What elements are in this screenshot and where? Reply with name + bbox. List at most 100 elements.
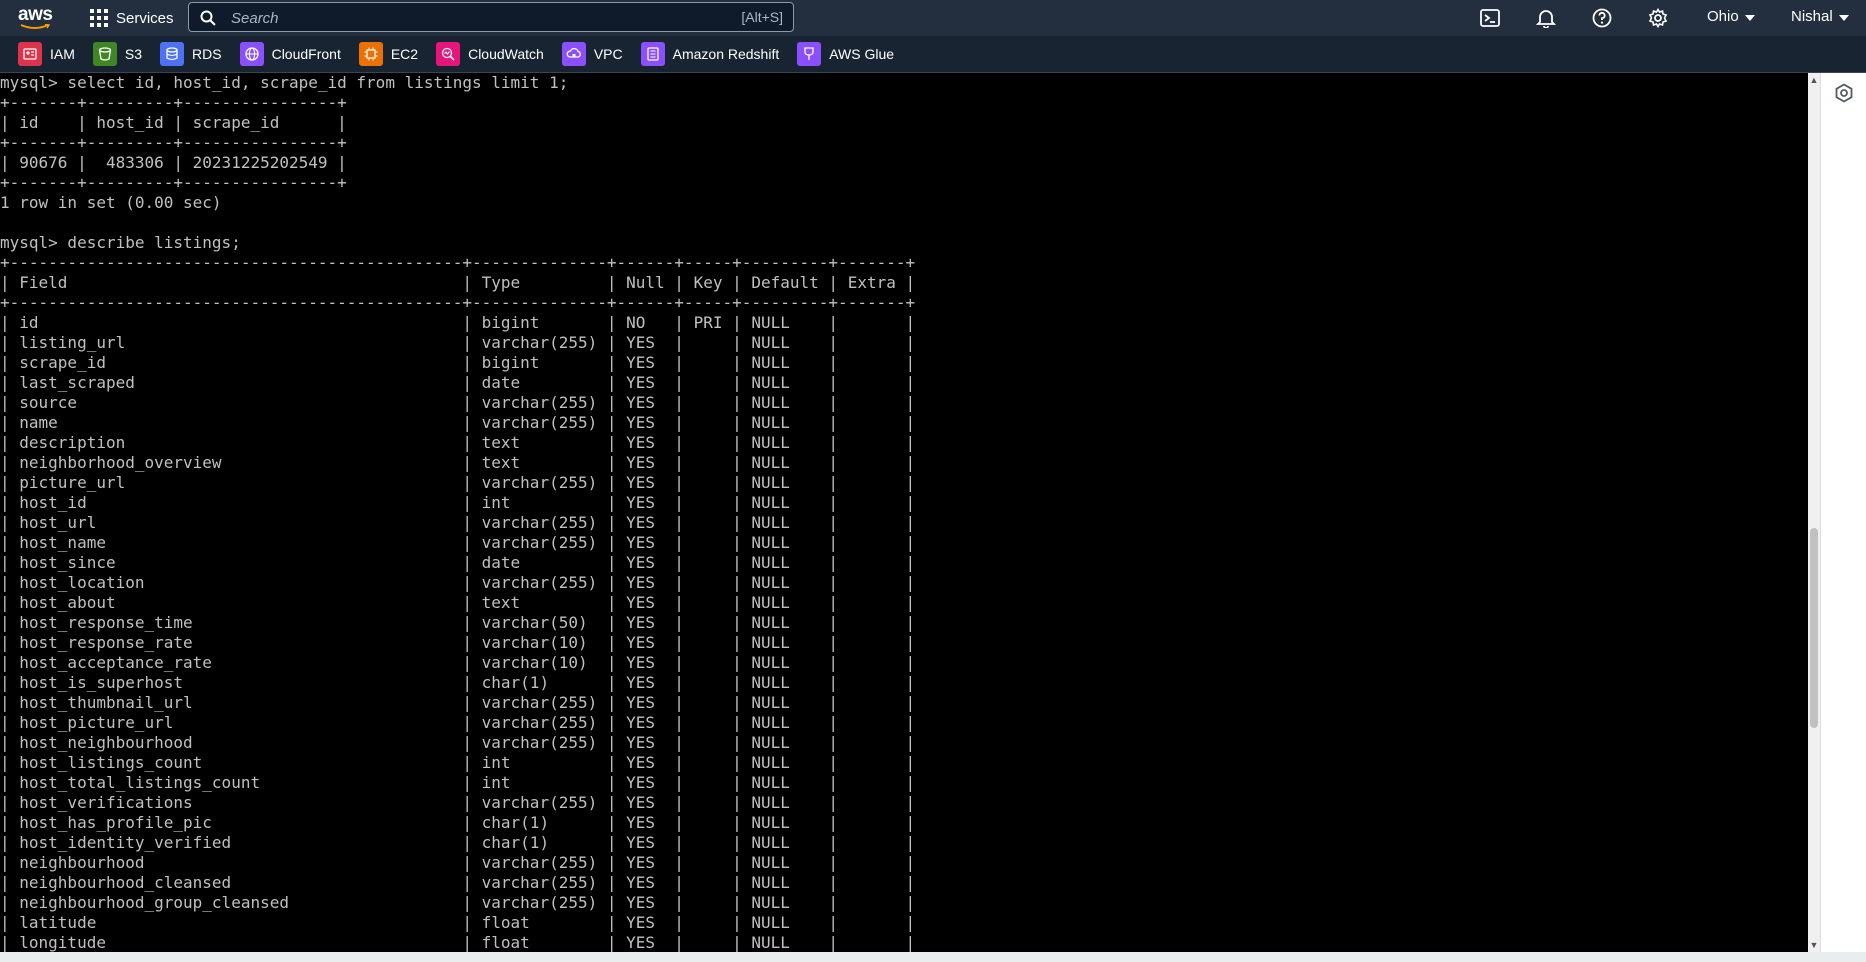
account-menu[interactable]: Nishal: [1791, 8, 1849, 25]
terminal-line: +-------+---------+----------------+: [0, 173, 347, 192]
terminal-line: | host_response_rate | varchar(10) | YES…: [0, 633, 916, 652]
terminal-line: | source | varchar(255) | YES | | NULL |…: [0, 393, 916, 412]
services-menu-button[interactable]: Services: [90, 6, 174, 30]
scroll-up-arrow-icon[interactable]: ▲: [1809, 75, 1819, 85]
terminal-line: 1 row in set (0.00 sec): [0, 193, 222, 212]
cloudwatch-icon: [436, 42, 461, 66]
terminal-line: | longitude | float | YES | | NULL | |: [0, 933, 916, 952]
favorite-label: RDS: [192, 46, 222, 62]
favorite-cloudwatch[interactable]: CloudWatch: [436, 42, 544, 66]
terminal-scrollbar[interactable]: ▲ ▼: [1808, 73, 1820, 952]
terminal-output: mysql> select id, host_id, scrape_id fro…: [0, 73, 1808, 952]
vpc-icon: [561, 42, 586, 66]
terminal-line: | host_has_profile_pic | char(1) | YES |…: [0, 813, 916, 832]
favorite-iam[interactable]: IAM: [18, 42, 75, 66]
chevron-down-icon: [1838, 14, 1849, 21]
terminal-line: | listing_url | varchar(255) | YES | | N…: [0, 333, 916, 352]
s3-bucket-icon: [92, 42, 117, 66]
aws-smile-icon: [20, 24, 50, 29]
search-shortcut-hint: [Alt+S]: [741, 9, 783, 25]
bottom-footer-strip: [0, 952, 1866, 962]
hexagon-settings-icon[interactable]: [1834, 83, 1854, 103]
terminal-window[interactable]: mysql> select id, host_id, scrape_id fro…: [0, 73, 1808, 952]
notifications-bell-icon[interactable]: [1536, 8, 1556, 28]
terminal-line: | host_neighbourhood | varchar(255) | YE…: [0, 733, 916, 752]
glue-icon: [797, 42, 822, 66]
rds-database-icon: [160, 42, 185, 66]
terminal-line: | picture_url | varchar(255) | YES | | N…: [0, 473, 916, 492]
favorite-rds[interactable]: RDS: [160, 42, 222, 66]
terminal-line: | scrape_id | bigint | YES | | NULL | |: [0, 353, 916, 372]
favorite-label: EC2: [390, 46, 419, 62]
iam-icon: [18, 42, 42, 66]
favorites-bar: IAM S3 RDS CloudFront EC2 CloudWatch VPC Amazon…: [0, 36, 1866, 73]
terminal-line: | id | host_id | scrape_id |: [0, 113, 347, 132]
terminal-line: | id | bigint | NO | PRI | NULL | |: [0, 313, 916, 332]
favorite-label: S3: [124, 46, 143, 62]
search-box[interactable]: [Alt+S]: [188, 2, 794, 32]
favorite-aws-glue[interactable]: AWS Glue: [797, 42, 894, 66]
terminal-line: | Field | Type | Null | Key | Default | …: [0, 273, 916, 292]
favorite-cloudfront[interactable]: CloudFront: [239, 42, 341, 66]
terminal-line: | host_verifications | varchar(255) | YE…: [0, 793, 916, 812]
terminal-line: +---------------------------------------…: [0, 293, 916, 312]
terminal-line: +-------+---------+----------------+: [0, 133, 347, 152]
terminal-line: | host_url | varchar(255) | YES | | NULL…: [0, 513, 916, 532]
terminal-line: | neighbourhood_cleansed | varchar(255) …: [0, 873, 916, 892]
favorite-amazon-redshift[interactable]: Amazon Redshift: [640, 42, 780, 66]
scrollbar-thumb[interactable]: [1810, 528, 1818, 728]
terminal-line: | host_thumbnail_url | varchar(255) | YE…: [0, 693, 916, 712]
terminal-line: | host_location | varchar(255) | YES | |…: [0, 573, 916, 592]
terminal-line: | neighborhood_overview | text | YES | |…: [0, 453, 916, 472]
cloudshell-icon[interactable]: [1480, 8, 1500, 28]
aws-logo-text: aws: [18, 4, 53, 25]
terminal-line: | host_name | varchar(255) | YES | | NUL…: [0, 533, 916, 552]
favorite-label: IAM: [50, 46, 75, 62]
cloudfront-icon: [239, 42, 264, 66]
terminal-line: | host_since | date | YES | | NULL | |: [0, 553, 916, 572]
terminal-line: | host_is_superhost | char(1) | YES | | …: [0, 673, 916, 692]
redshift-icon: [640, 42, 665, 66]
terminal-line: | host_acceptance_rate | varchar(10) | Y…: [0, 653, 916, 672]
services-label: Services: [116, 9, 174, 27]
account-username: Nishal: [1791, 8, 1833, 25]
terminal-line: | neighbourhood | varchar(255) | YES | |…: [0, 853, 916, 872]
right-side-panel: [1820, 73, 1866, 952]
terminal-line: | last_scraped | date | YES | | NULL | |: [0, 373, 916, 392]
terminal-line: mysql> describe listings;: [0, 233, 241, 252]
terminal-line: | latitude | float | YES | | NULL | |: [0, 913, 916, 932]
ec2-icon: [358, 42, 383, 66]
terminal-line: | host_total_listings_count | int | YES …: [0, 773, 916, 792]
chevron-down-icon: [1744, 14, 1755, 21]
favorite-s3[interactable]: S3: [92, 42, 143, 66]
favorite-vpc[interactable]: VPC: [561, 42, 623, 66]
terminal-line: +-------+---------+----------------+: [0, 93, 347, 112]
settings-gear-icon[interactable]: [1648, 8, 1668, 28]
region-label: Ohio: [1707, 8, 1739, 25]
favorite-label: AWS Glue: [829, 46, 895, 62]
terminal-line: | host_picture_url | varchar(255) | YES …: [0, 713, 916, 732]
aws-logo[interactable]: aws: [14, 4, 64, 32]
favorite-label: CloudWatch: [468, 46, 544, 62]
terminal-line: | name | varchar(255) | YES | | NULL | |: [0, 413, 916, 432]
terminal-line: mysql> select id, host_id, scrape_id fro…: [0, 73, 569, 92]
help-icon[interactable]: [1592, 8, 1612, 28]
scroll-down-arrow-icon[interactable]: ▼: [1809, 940, 1819, 950]
favorite-label: Amazon Redshift: [672, 46, 780, 62]
terminal-line: | host_listings_count | int | YES | | NU…: [0, 753, 916, 772]
terminal-line: | host_identity_verified | char(1) | YES…: [0, 833, 916, 852]
terminal-line: | host_response_time | varchar(50) | YES…: [0, 613, 916, 632]
terminal-line: | host_id | int | YES | | NULL | |: [0, 493, 916, 512]
terminal-line: | description | text | YES | | NULL | |: [0, 433, 916, 452]
terminal-line: +---------------------------------------…: [0, 253, 916, 272]
search-input[interactable]: [229, 5, 693, 31]
favorite-label: VPC: [593, 46, 623, 62]
favorite-label: CloudFront: [271, 46, 341, 62]
terminal-line: | neighbourhood_group_cleansed | varchar…: [0, 893, 916, 912]
favorite-ec2[interactable]: EC2: [358, 42, 419, 66]
top-navigation-bar: aws Services [Alt+S] O: [0, 0, 1866, 36]
region-selector[interactable]: Ohio: [1707, 8, 1755, 25]
services-grid-icon: [90, 9, 108, 27]
search-icon: [200, 10, 216, 26]
